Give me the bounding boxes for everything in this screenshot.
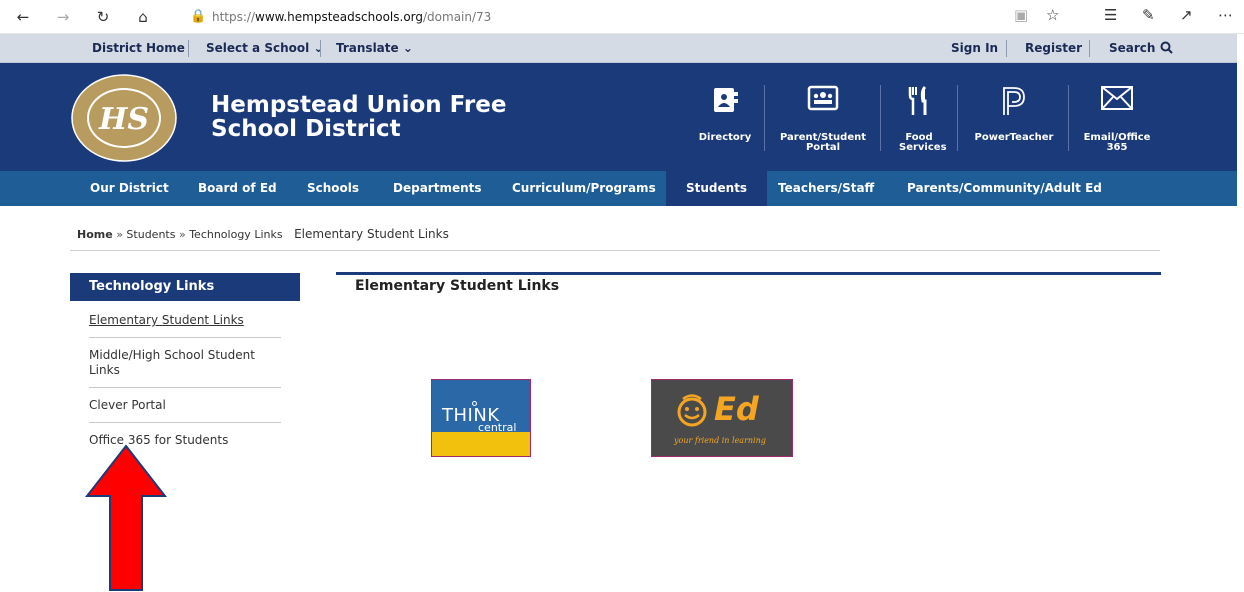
nav-item-curriculum-programs[interactable]: Curriculum/Programs	[512, 171, 656, 206]
quick-link-directory[interactable]: Directory	[694, 63, 756, 171]
directory-icon	[714, 88, 738, 112]
quick-link-powerteacher[interactable]: PowerTeacher	[966, 63, 1062, 171]
nav-item-our-district[interactable]: Our District	[90, 171, 169, 206]
chevron-down-icon: ⌄	[313, 41, 324, 55]
url-scheme: https://	[212, 10, 256, 24]
back-icon[interactable]: ←	[12, 6, 34, 28]
nav-item-schools[interactable]: Schools	[307, 171, 359, 206]
register-link[interactable]: Register	[1025, 34, 1082, 63]
sidebar-item-clever-portal[interactable]: Clever Portal	[89, 388, 281, 423]
breadcrumb-separator: »	[178, 228, 186, 241]
pen-icon[interactable]: ✎	[1142, 6, 1155, 24]
fork-knife-icon	[908, 85, 927, 115]
think-central-link[interactable]: THINK central	[431, 379, 531, 457]
favorite-star-icon[interactable]: ☆	[1046, 6, 1059, 24]
quick-link-label: PowerTeacher	[974, 132, 1054, 143]
quick-link-parent-student-portal[interactable]: Parent/Student Portal	[772, 63, 874, 171]
sidebar: Technology Links Elementary Student Link…	[70, 273, 300, 457]
nav-item-teachers-staff[interactable]: Teachers/Staff	[778, 171, 874, 206]
nav-item-board-of-ed[interactable]: Board of Ed	[198, 171, 277, 206]
nav-item-parents-community[interactable]: Parents/Community/Adult Ed	[907, 171, 1102, 206]
url-host: www.hempsteadschools.org	[255, 10, 423, 24]
ed-friend-in-learning-link[interactable]: Ed your friend in learning	[651, 379, 793, 457]
envelope-icon	[1101, 86, 1133, 110]
breadcrumb-current: Elementary Student Links	[294, 227, 449, 241]
breadcrumb-students[interactable]: Students	[126, 228, 175, 241]
sidebar-item-elementary-links[interactable]: Elementary Student Links	[89, 301, 281, 338]
quick-link-label: Email/Office 365	[1083, 132, 1151, 153]
more-icon[interactable]: ⋯	[1218, 6, 1233, 24]
quick-link-email-office365[interactable]: Email/Office 365	[1076, 63, 1158, 171]
breadcrumb: Home » Students » Technology Links Eleme…	[77, 227, 449, 241]
powerteacher-icon	[1003, 87, 1025, 115]
ed-logo-text: Ed	[714, 390, 759, 428]
quick-link-label: Parent/Student Portal	[779, 132, 866, 153]
search-button[interactable]: Search	[1109, 34, 1173, 63]
translate-label: Translate	[336, 41, 399, 55]
share-icon[interactable]: ↗	[1180, 6, 1193, 24]
site-header: HS Hempstead Union Free School District …	[0, 63, 1237, 171]
sidebar-item-middle-high-links[interactable]: Middle/High School Student Links	[89, 338, 281, 388]
breadcrumb-divider	[70, 250, 1160, 251]
page-title: Elementary Student Links	[355, 278, 560, 294]
think-central-subtext: central	[478, 421, 517, 434]
sign-in-link[interactable]: Sign In	[951, 34, 998, 63]
site-title[interactable]: Hempstead Union Free School District	[211, 93, 591, 141]
quick-link-label: Food Services	[899, 132, 947, 153]
favorites-list-icon[interactable]: ☰	[1104, 6, 1117, 24]
breadcrumb-separator: »	[116, 228, 123, 241]
select-school-label: Select a School	[206, 41, 310, 55]
utility-bar: District Home Select a School ⌄ Translat…	[0, 34, 1237, 63]
reading-view-icon[interactable]: ▣	[1014, 6, 1028, 24]
smiley-face-icon	[677, 394, 707, 427]
nav-item-students[interactable]: Students	[666, 171, 768, 206]
main-navigation: Our District Board of Ed Schools Departm…	[0, 171, 1237, 206]
lock-icon: 🔒	[190, 9, 207, 24]
breadcrumb-home[interactable]: Home	[77, 228, 113, 241]
url-path: /domain/73	[423, 10, 492, 24]
nav-item-departments[interactable]: Departments	[393, 171, 482, 206]
breadcrumb-technology-links[interactable]: Technology Links	[189, 228, 282, 241]
translate-dropdown[interactable]: Translate ⌄	[336, 34, 413, 63]
chevron-down-icon: ⌄	[402, 41, 413, 55]
district-home-link[interactable]: District Home	[92, 34, 185, 63]
district-seal-logo[interactable]: HS	[70, 74, 178, 162]
refresh-icon[interactable]: ↻	[92, 6, 114, 28]
svg-text:HS: HS	[98, 102, 149, 137]
portal-icon	[807, 85, 839, 111]
quick-link-food-services[interactable]: Food Services	[890, 63, 948, 171]
content-top-rule	[336, 272, 1161, 275]
address-bar[interactable]: 🔒 https://www.hempsteadschools.org/domai…	[182, 4, 1004, 30]
home-icon[interactable]: ⌂	[132, 6, 154, 28]
ed-tagline: your friend in learning	[674, 436, 766, 445]
browser-toolbar: ← → ↻ ⌂ 🔒 https://www.hempsteadschools.o…	[0, 0, 1244, 34]
think-central-dot-icon	[472, 401, 477, 406]
red-arrow-annotation	[85, 444, 167, 591]
sidebar-heading: Technology Links	[70, 273, 300, 301]
quick-link-label: Directory	[698, 132, 752, 143]
select-school-dropdown[interactable]: Select a School ⌄	[206, 34, 324, 63]
forward-icon[interactable]: →	[52, 6, 74, 28]
search-icon	[1160, 41, 1173, 54]
search-label: Search	[1109, 41, 1156, 55]
